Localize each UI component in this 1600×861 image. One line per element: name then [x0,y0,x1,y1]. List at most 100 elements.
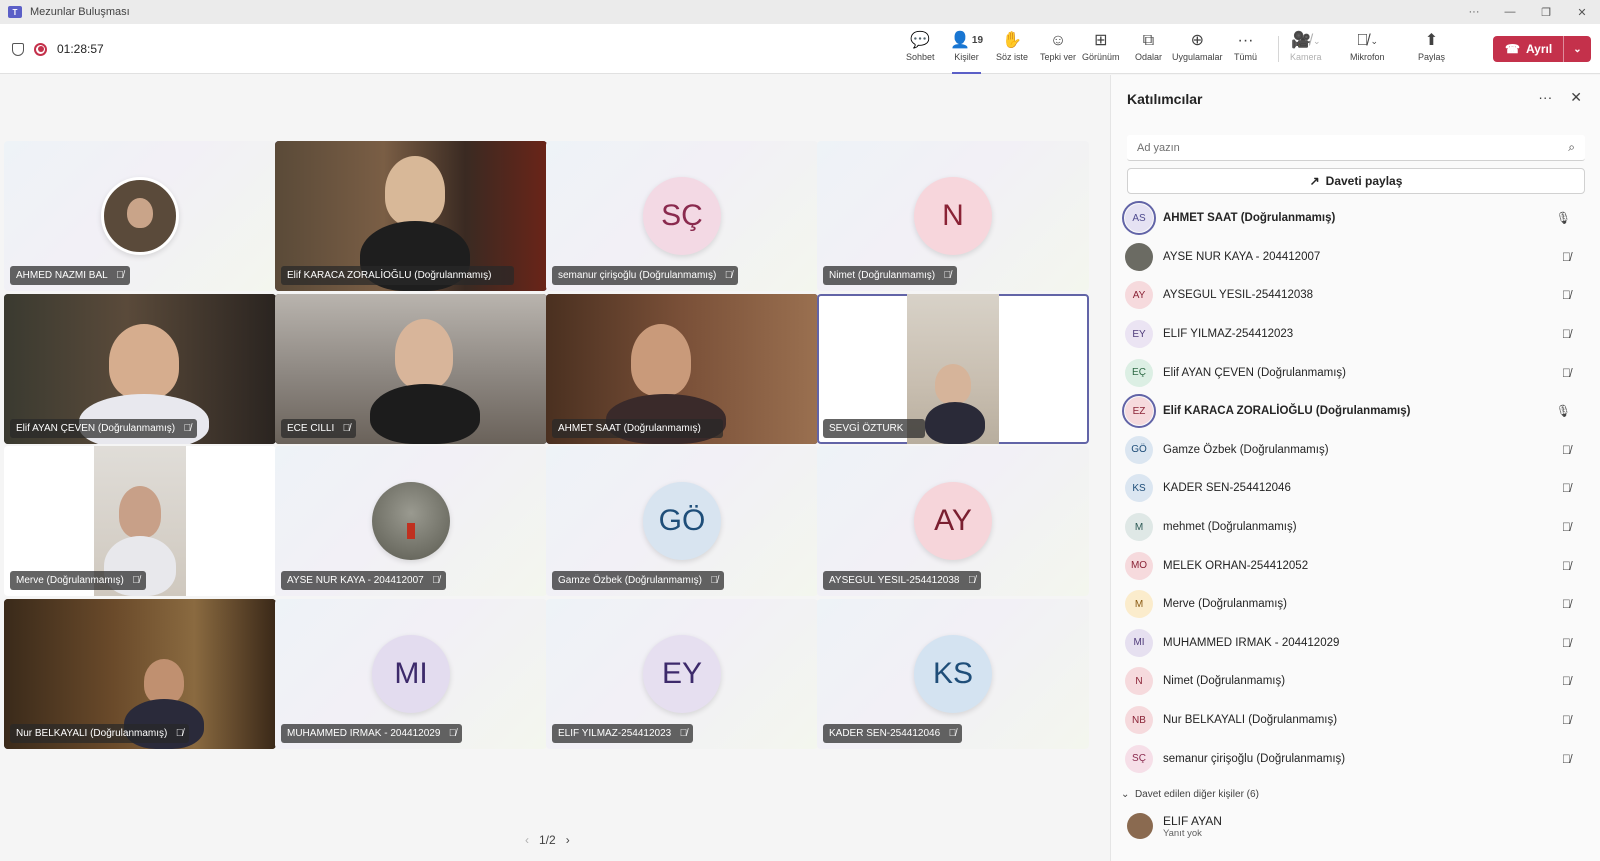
more-options-icon[interactable]: ··· [1456,0,1492,24]
search-icon: ⌕ [1568,140,1575,154]
participant-name: ELIF YILMAZ-254412023 [558,728,672,739]
apps-button[interactable]: ⊕ Uygulamalar [1172,30,1223,70]
participant-name: Merve (Doğrulanmamış) [16,575,124,586]
initials-avatar: EY [643,635,721,713]
participant-name: AYSEGUL YESIL-254412038 [1163,289,1314,302]
participant-row[interactable]: N Nimet (Doğrulanmamış) 🎙̸ [1125,662,1587,701]
participant-tile[interactable]: N Nimet (Doğrulanmamış) 🎙̸ [817,141,1089,291]
participant-name: AYSE NUR KAYA - 204412007 [287,575,424,586]
avatar: AS [1122,201,1156,236]
shield-icon [12,42,24,56]
participant-tile[interactable]: SEVGİ ÖZTURK [817,294,1089,444]
view-button[interactable]: ⊞ Görünüm [1082,30,1120,70]
participant-name: KADER SEN-254412046 [1163,482,1291,495]
participant-tile[interactable]: ECE CILLI 🎙̸ [275,294,547,444]
participant-tile[interactable]: MI MUHAMMED IRMAK - 204412029 🎙̸ [275,599,547,749]
raise-hand-button[interactable]: ✋ Söz iste [996,30,1028,70]
camera-off-icon: 🎥̸ ⌄ [1291,32,1321,49]
more-button[interactable]: ··· Tümü [1234,30,1257,70]
participant-row[interactable]: AYSE NUR KAYA - 204412007 🎙̸ [1125,238,1587,277]
participant-row[interactable]: AY AYSEGUL YESIL-254412038 🎙̸ [1125,276,1587,315]
camera-button[interactable]: 🎥̸ ⌄ Kamera [1290,30,1322,70]
initials-avatar: SÇ [643,177,721,255]
previous-page-button[interactable]: ‹ [525,833,529,847]
microphone-button[interactable]: 🎙̸ ⌄ Mikrofon [1350,30,1385,70]
participant-tile[interactable]: AHMET SAAT (Doğrulanmamış) [546,294,818,444]
chat-button[interactable]: 💬 Sohbet [906,30,935,70]
participant-tile[interactable]: Elif KARACA ZORALİOĞLU (Doğrulanmamış) [275,141,547,291]
invited-section-toggle[interactable]: ⌄ Davet edilen diğer kişiler (6) [1121,789,1259,800]
participant-name: MELEK ORHAN-254412052 [1163,559,1309,572]
participant-tile[interactable]: Nur BELKAYALI (Doğrulanmamış) 🎙̸ [4,599,276,749]
participant-row[interactable]: NB Nur BELKAYALI (Doğrulanmamış) 🎙̸ [1125,701,1587,740]
participant-list: AS AHMET SAAT (Doğrulanmamış) 🎙 AYSE NUR KA… [1122,199,1587,778]
participant-row[interactable]: KS KADER SEN-254412046 🎙̸ [1125,469,1587,508]
avatar: KS [1125,474,1153,503]
participant-tile[interactable]: AHMED NAZMI BAL 🎙̸ [4,141,276,291]
minimize-button[interactable]: — [1492,0,1528,24]
avatar: SÇ [1125,744,1153,773]
page-indicator: 1/2 [539,833,556,847]
restore-button[interactable]: ❐ [1528,0,1564,24]
participant-row[interactable]: M Merve (Doğrulanmamış) 🎙̸ [1125,585,1587,624]
mic-muted-icon: 🎙̸ [342,423,351,434]
participant-name: Nimet (Doğrulanmamış) [1163,675,1286,688]
leave-button[interactable]: ☎ Ayrıl ⌄ [1493,36,1591,62]
mic-muted-icon: 🎙̸ [1562,751,1571,766]
add-app-icon: ⊕ [1190,32,1204,49]
participant-row[interactable]: MI MUHAMMED IRMAK - 204412029 🎙̸ [1125,624,1587,663]
participant-row[interactable]: EY ELIF YILMAZ-254412023 🎙̸ [1125,315,1587,354]
participant-tile[interactable]: EY ELIF YILMAZ-254412023 🎙̸ [546,599,818,749]
participant-tile[interactable]: AYSE NUR KAYA - 204412007 🎙̸ [275,446,547,596]
participant-search-input[interactable]: Ad yazın ⌕ [1127,135,1585,161]
mic-muted-icon: 🎙̸ [132,575,140,586]
participant-tile[interactable]: SÇ semanur çirişoğlu (Doğrulanmamış) 🎙̸ [546,141,818,291]
panel-title: Katılımcılar [1127,91,1203,107]
mic-muted-icon: 🎙̸ [679,728,688,739]
participant-tile[interactable]: GÖ Gamze Özbek (Doğrulanmamış) 🎙̸ [546,446,818,596]
people-button[interactable]: 👤 19 Kişiler [950,30,983,74]
participant-row[interactable]: MO MELEK ORHAN-254412052 🎙̸ [1125,546,1587,585]
mic-icon: 🎙 [1555,404,1571,419]
participant-row[interactable]: SÇ semanur çirişoğlu (Doğrulanmamış) 🎙̸ [1125,739,1587,778]
react-button[interactable]: ☺ Tepki ver [1040,30,1076,70]
mic-muted-icon: 🎙̸ [448,728,457,739]
mic-icon: 🎙 [1555,211,1571,226]
avatar: EÇ [1125,358,1153,387]
share-button[interactable]: ⬆ Paylaş [1418,30,1445,70]
initials-avatar: MI [372,635,450,713]
participant-tile[interactable]: AY AYSEGUL YESIL-254412038 🎙̸ [817,446,1089,596]
participant-row[interactable]: EZ Elif KARACA ZORALİOĞLU (Doğrulanmamış)… [1122,392,1587,431]
participant-row[interactable]: Mmehmet (Doğrulanmamış) 🎙̸ [1125,508,1587,547]
participant-name: Nur BELKAYALI (Doğrulanmamış) [1163,714,1338,727]
panel-more-icon[interactable]: ··· [1538,89,1552,106]
gallery-pager: ‹ 1/2 › [525,833,570,847]
participant-name: AHMET SAAT (Doğrulanmamış) [558,423,701,434]
leave-options-chevron-icon[interactable]: ⌄ [1563,36,1591,62]
participant-row[interactable]: AS AHMET SAAT (Doğrulanmamış) 🎙 [1122,199,1587,238]
participant-name: Nur BELKAYALI (Doğrulanmamış) [16,728,168,739]
panel-close-icon[interactable]: ✕ [1570,89,1582,106]
mic-muted-icon: 🎙̸ [116,270,124,281]
rooms-button[interactable]: ⧉ Odalar [1135,30,1162,70]
close-window-button[interactable]: ✕ [1564,0,1600,24]
participant-row[interactable]: EÇ Elif AYAN ÇEVEN (Doğrulanmamış) 🎙̸ [1125,353,1587,392]
avatar: MO [1125,551,1153,580]
chat-icon: 💬 [910,32,931,49]
participant-tile[interactable]: Elif AYAN ÇEVEN (Doğrulanmamış) 🎙̸ [4,294,276,444]
toolbar-divider [1278,36,1279,62]
participant-tile[interactable]: KS KADER SEN-254412046 🎙̸ [817,599,1089,749]
mic-muted-icon: 🎙̸ [1562,481,1571,496]
participant-row[interactable]: GÖ Gamze Özbek (Doğrulanmamış) 🎙̸ [1125,431,1587,470]
participant-name: ELIF YILMAZ-254412023 [1163,328,1294,341]
mic-muted-icon: 🎙̸ [1562,520,1571,535]
next-page-button[interactable]: › [566,833,570,847]
mic-muted-icon: 🎙̸ [432,575,440,586]
recording-icon [34,42,47,56]
share-invite-button[interactable]: ↗ Daveti paylaş [1127,168,1585,194]
participant-tile[interactable]: Merve (Doğrulanmamış) 🎙̸ [4,446,276,596]
avatar: EY [1125,320,1153,349]
invitee-row[interactable]: ELIF AYAN Yanıt yok [1127,813,1222,839]
participant-name: AYSE NUR KAYA - 204412007 [1163,250,1321,263]
participant-name: Gamze Özbek (Doğrulanmamış) [1163,443,1329,456]
